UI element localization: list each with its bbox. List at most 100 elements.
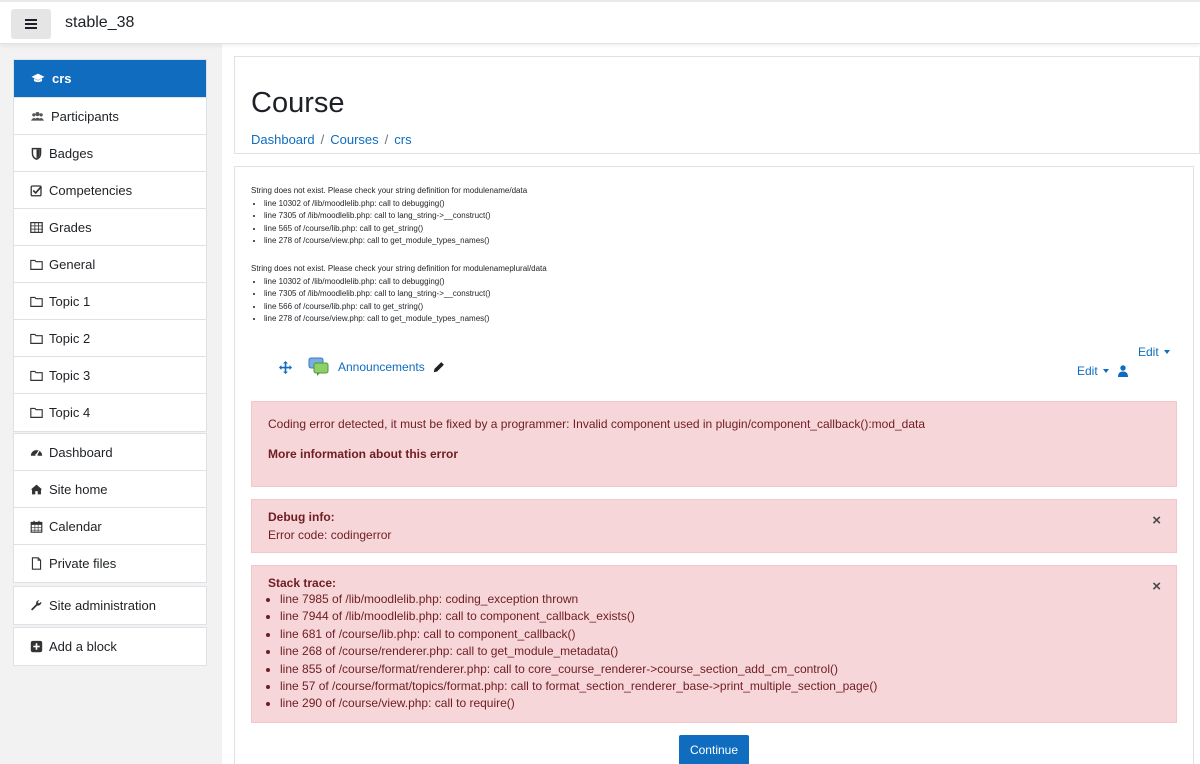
stack-trace-line: line 290 of /course/view.php: call to re… — [280, 695, 877, 712]
admin-nav-group: Site administration — [13, 586, 207, 625]
sidebar-item-badges[interactable]: Badges — [14, 135, 206, 172]
backtrace-line: line 7305 of /lib/moodlelib.php: call to… — [264, 210, 527, 223]
add-block-label: Add a block — [49, 639, 117, 654]
close-icon[interactable]: × — [1152, 578, 1161, 595]
backtrace-line: line 278 of /course/view.php: call to ge… — [264, 235, 527, 248]
activity-edit-menu[interactable]: Edit — [1077, 364, 1128, 378]
sidebar-item-label: Topic 4 — [49, 405, 91, 420]
backtrace-line: line 278 of /course/view.php: call to ge… — [264, 313, 547, 326]
sidebar-item-site-home[interactable]: Site home — [14, 471, 206, 508]
sidebar-item-competencies[interactable]: Competencies — [14, 172, 206, 209]
breadcrumb: Dashboard / Courses / crs — [251, 132, 412, 147]
sidebar-item-label: Grades — [49, 219, 92, 235]
continue-button[interactable]: Continue — [679, 735, 749, 764]
sidebar-item-label: Badges — [49, 145, 94, 161]
sidebar-item-grades[interactable]: Grades — [14, 209, 206, 246]
debug-message: String does not exist. Please check your… — [251, 263, 547, 326]
close-icon[interactable]: × — [1152, 512, 1161, 529]
sidebar-item-label: Participants — [51, 108, 119, 124]
sidebar-item-dashboard[interactable]: Dashboard — [14, 434, 206, 471]
sidebar-item-label: Topic 1 — [49, 293, 91, 309]
sidebar-item-label: Site administration — [49, 598, 156, 613]
sidebar-item-topic-3[interactable]: Topic 3 — [14, 357, 206, 394]
chevron-down-icon — [1102, 369, 1109, 373]
sidebar-item-label: Private files — [49, 556, 117, 571]
stack-trace-alert: Stack trace: × line 7985 of /lib/moodlel… — [251, 565, 1177, 723]
debug-info-alert: Debug info: Error code: codingerror × — [251, 499, 1177, 553]
site-name-link[interactable]: stable_38 — [65, 14, 134, 32]
stack-trace-line: line 855 of /course/format/renderer.php:… — [280, 661, 877, 678]
activity-link[interactable]: Announcements — [338, 360, 425, 374]
section-edit-label: Edit — [1138, 345, 1159, 359]
debug-info-title: Debug info: — [268, 510, 335, 524]
chevron-down-icon — [1163, 350, 1170, 354]
sidebar-item-label: Competencies — [49, 182, 133, 198]
stack-trace-line: line 7985 of /lib/moodlelib.php: coding_… — [280, 591, 877, 608]
wrench-icon — [31, 600, 42, 611]
main-region: Course Dashboard / Courses / crs String … — [222, 44, 1200, 764]
table-icon — [30, 221, 43, 233]
site-nav-group: Dashboard Site home Calendar Private fil… — [13, 433, 207, 583]
forum-icon — [308, 357, 329, 376]
stack-trace-title: Stack trace: — [268, 576, 337, 590]
sidebar-item-private-files[interactable]: Private files — [14, 545, 206, 582]
breadcrumb-dashboard-link[interactable]: Dashboard — [251, 132, 315, 147]
stack-trace-list: line 7985 of /lib/moodlelib.php: coding_… — [280, 591, 877, 713]
folder-icon — [30, 333, 43, 344]
debug-backtrace: line 10302 of /lib/moodlelib.php: call t… — [264, 276, 547, 326]
stack-trace-line: line 57 of /course/format/topics/format.… — [280, 678, 877, 695]
user-icon[interactable] — [1117, 365, 1128, 377]
sidebar-item-calendar[interactable]: Calendar — [14, 508, 206, 545]
more-info-link[interactable]: More information about this error — [268, 447, 458, 461]
nav-drawer: crs Participants Badges Competencies Gra… — [0, 44, 222, 764]
folder-icon — [30, 407, 43, 418]
debug-message-text: String does not exist. Please check your… — [251, 186, 528, 195]
file-icon — [31, 557, 42, 570]
stack-trace-line: line 7944 of /lib/moodlelib.php: call to… — [280, 608, 877, 625]
folder-icon — [30, 259, 43, 270]
sidebar-item-label: Calendar — [49, 518, 102, 534]
sidebar-item-topic-4[interactable]: Topic 4 — [14, 394, 206, 431]
graduation-cap-icon — [31, 73, 45, 83]
top-navbar: stable_38 — [0, 0, 1200, 44]
tachometer-icon — [30, 449, 43, 456]
sidebar-item-label: Topic 2 — [49, 330, 91, 346]
folder-icon — [30, 370, 43, 381]
menu-toggle-button[interactable] — [11, 9, 51, 39]
breadcrumb-courses-link[interactable]: Courses — [330, 132, 378, 147]
sidebar-item-topic-1[interactable]: Topic 1 — [14, 283, 206, 320]
move-icon[interactable] — [279, 360, 292, 374]
page-header: Course Dashboard / Courses / crs — [234, 56, 1200, 154]
stack-trace-line: line 681 of /course/lib.php: call to com… — [280, 626, 877, 643]
breadcrumb-separator: / — [320, 132, 325, 147]
sidebar-item-label: Topic 3 — [49, 367, 91, 383]
backtrace-line: line 7305 of /lib/moodlelib.php: call to… — [264, 288, 547, 301]
breadcrumb-crs-link[interactable]: crs — [394, 132, 411, 147]
error-message: Coding error detected, it must be fixed … — [268, 417, 926, 431]
breadcrumb-separator: / — [384, 132, 389, 147]
sidebar-item-participants[interactable]: Participants — [14, 98, 206, 135]
course-content: String does not exist. Please check your… — [234, 166, 1194, 764]
sidebar-item-topic-2[interactable]: Topic 2 — [14, 320, 206, 357]
sidebar-item-crs[interactable]: crs — [14, 60, 206, 98]
users-icon — [31, 111, 44, 121]
pencil-icon[interactable] — [433, 361, 445, 373]
activity-edit-label: Edit — [1077, 364, 1098, 378]
home-icon — [30, 484, 43, 494]
shield-icon — [31, 147, 42, 160]
hamburger-icon — [25, 19, 37, 29]
sidebar-item-label: crs — [52, 71, 72, 86]
sidebar-item-general[interactable]: General — [14, 246, 206, 283]
page-title: Course — [251, 87, 345, 119]
add-block-group: Add a block — [13, 627, 207, 666]
debug-backtrace: line 10302 of /lib/moodlelib.php: call t… — [264, 198, 527, 248]
sidebar-item-label: Site home — [49, 481, 108, 497]
sidebar-item-site-administration[interactable]: Site administration — [14, 587, 206, 624]
backtrace-line: line 10302 of /lib/moodlelib.php: call t… — [264, 198, 527, 211]
debug-message-text: String does not exist. Please check your… — [251, 264, 547, 273]
section-edit-menu[interactable]: Edit — [1138, 345, 1170, 359]
backtrace-line: line 566 of /course/lib.php: call to get… — [264, 301, 547, 314]
stack-trace-line: line 268 of /course/renderer.php: call t… — [280, 643, 877, 660]
plus-square-icon — [30, 640, 43, 653]
add-block-button[interactable]: Add a block — [14, 628, 206, 665]
